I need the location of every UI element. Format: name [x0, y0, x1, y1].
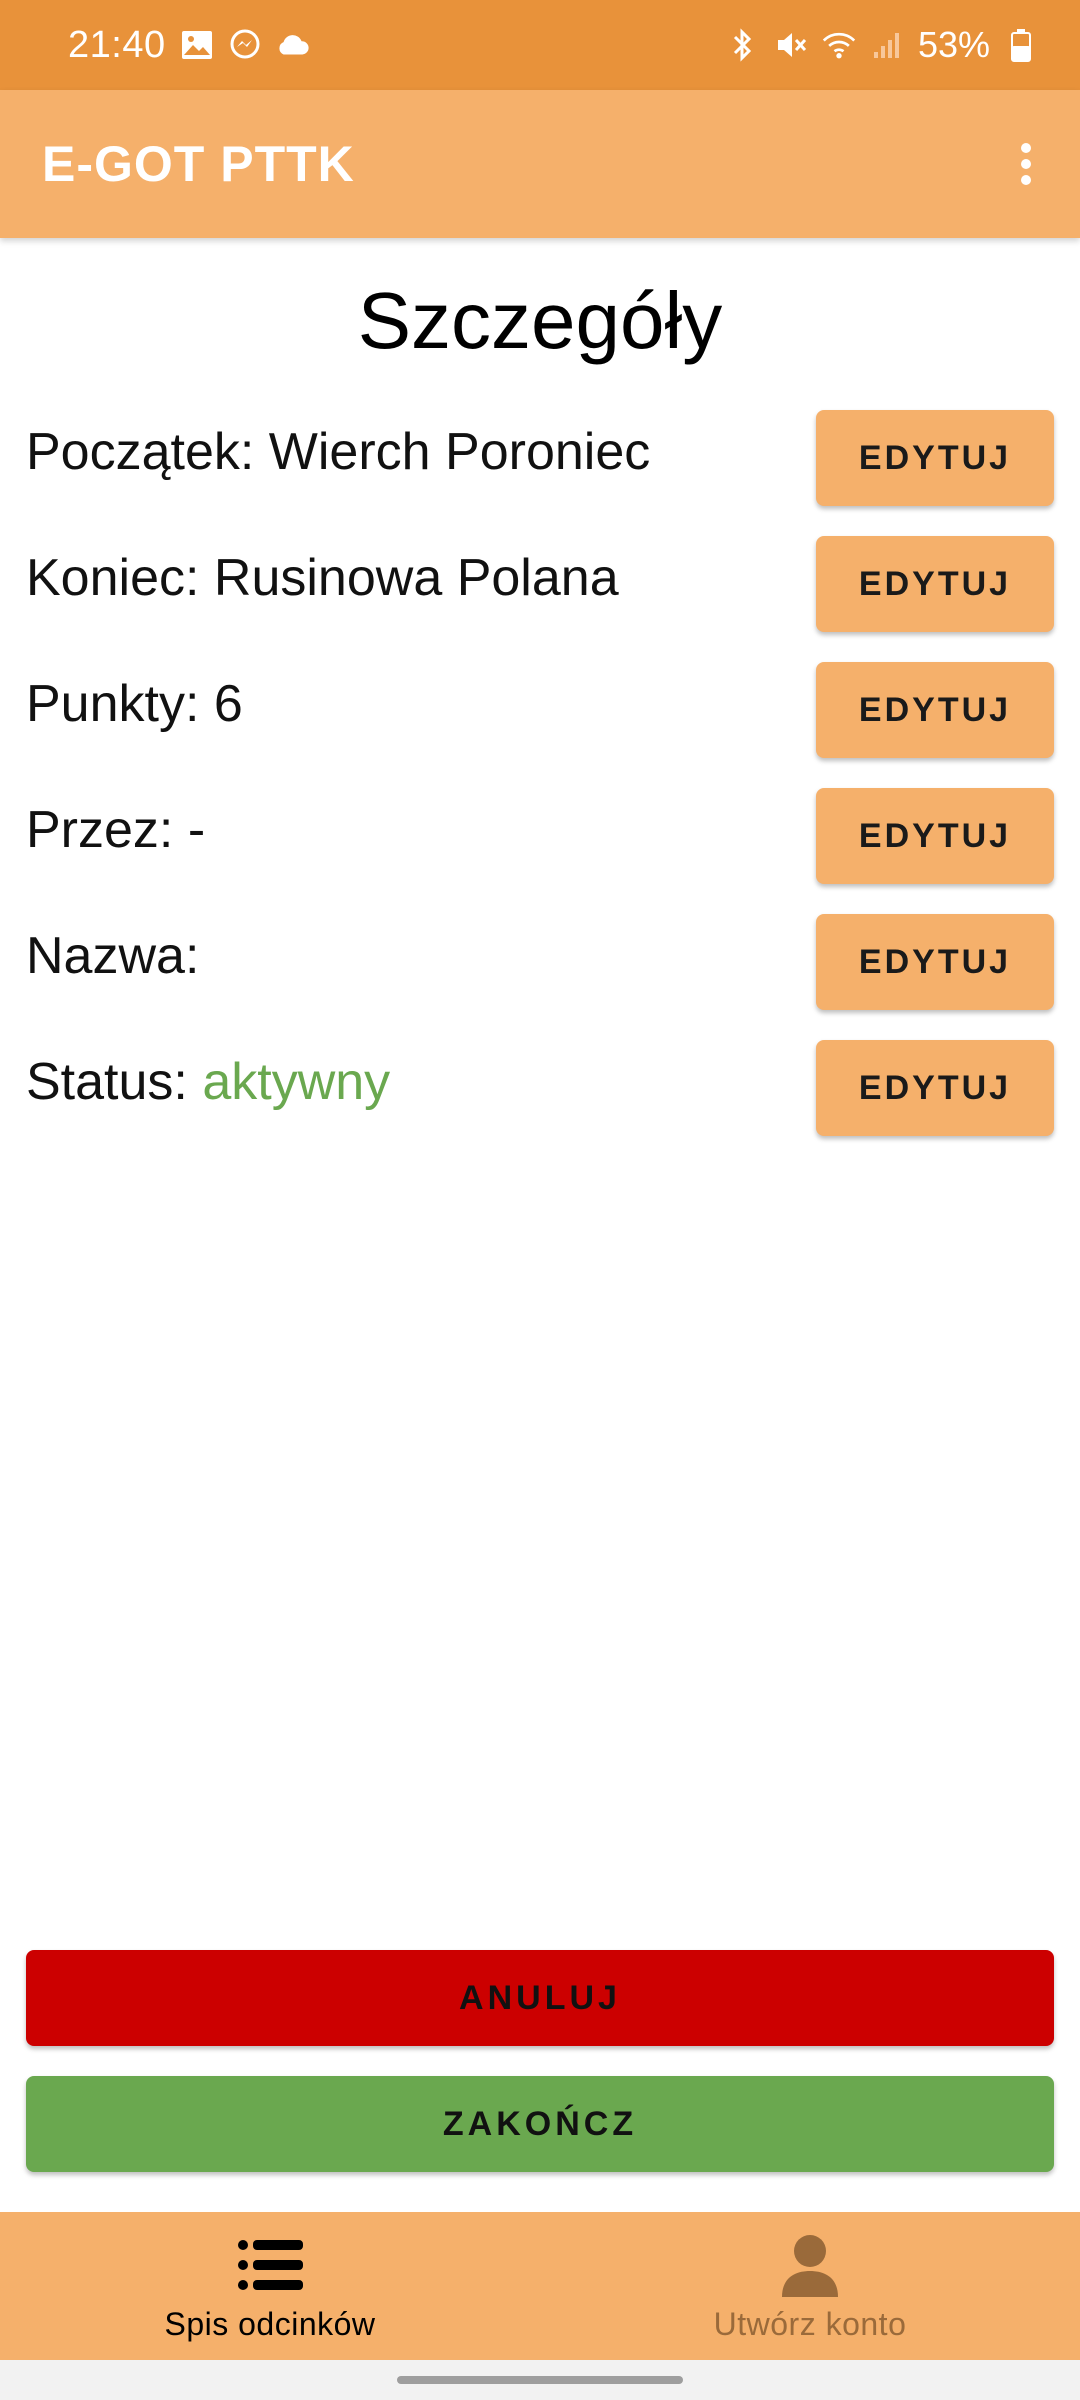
cloud-icon: [276, 28, 310, 62]
edit-via-button[interactable]: EDYTUJ: [816, 788, 1054, 884]
detail-value: 6: [213, 675, 243, 733]
detail-row-end: Koniec: Rusinowa Polana EDYTUJ: [26, 536, 1054, 632]
screen: 21:40 53% E-GOT PTTK Szczegóły Początek:…: [0, 0, 1080, 2400]
mute-icon: [774, 28, 808, 62]
detail-row-start: Początek: Wierch Poroniec EDYTUJ: [26, 410, 1054, 506]
image-icon: [180, 28, 214, 62]
edit-start-button[interactable]: EDYTUJ: [816, 410, 1054, 506]
battery-icon: [1004, 28, 1038, 62]
finish-button[interactable]: ZAKOŃCZ: [26, 2076, 1054, 2172]
person-icon: [775, 2230, 845, 2300]
detail-label: Koniec:: [26, 549, 200, 607]
nav-label: Utwórz konto: [713, 2305, 907, 2342]
nav-label: Spis odcinków: [164, 2305, 376, 2342]
cancel-button[interactable]: ANULUJ: [26, 1950, 1054, 2046]
home-gesture-handle[interactable]: [397, 2376, 683, 2384]
page-title: Szczegóły: [357, 276, 723, 365]
detail-text: Nazwa:: [26, 926, 199, 986]
wifi-icon: [822, 28, 856, 62]
status-left: 21:40: [68, 24, 310, 67]
nav-item-segments[interactable]: Spis odcinków: [0, 2212, 540, 2360]
more-vert-icon[interactable]: [996, 134, 1056, 194]
status-value: aktywny: [202, 1053, 391, 1111]
detail-text: Koniec: Rusinowa Polana: [26, 548, 619, 608]
detail-text: Status: aktywny: [26, 1052, 390, 1112]
detail-text: Punkty: 6: [26, 674, 243, 734]
battery-percent: 53%: [917, 24, 990, 65]
detail-text: Przez: -: [26, 800, 205, 860]
gesture-area: [0, 2360, 1080, 2400]
bottom-nav: Spis odcinków Utwórz konto: [0, 2212, 1080, 2360]
bluetooth-icon: [726, 28, 760, 62]
detail-value: Rusinowa Polana: [213, 549, 619, 607]
detail-label: Przez:: [26, 801, 174, 859]
edit-status-button[interactable]: EDYTUJ: [816, 1040, 1054, 1136]
nav-item-create-account[interactable]: Utwórz konto: [540, 2212, 1080, 2360]
status-time: 21:40: [68, 23, 166, 66]
detail-row-status: Status: aktywny EDYTUJ: [26, 1040, 1054, 1136]
app-bar: E-GOT PTTK: [0, 90, 1080, 238]
detail-value: -: [187, 801, 206, 859]
status-right: 53%: [726, 24, 1038, 66]
list-icon: [235, 2230, 305, 2300]
status-bar: 21:40 53%: [0, 0, 1080, 90]
detail-row-via: Przez: - EDYTUJ: [26, 788, 1054, 884]
signal-icon: [870, 28, 904, 62]
edit-end-button[interactable]: EDYTUJ: [816, 536, 1054, 632]
messenger-icon: [228, 28, 262, 62]
detail-row-points: Punkty: 6 EDYTUJ: [26, 662, 1054, 758]
edit-name-button[interactable]: EDYTUJ: [816, 914, 1054, 1010]
detail-row-name: Nazwa: EDYTUJ: [26, 914, 1054, 1010]
detail-value: Wierch Poroniec: [268, 423, 651, 481]
detail-label: Nazwa:: [26, 927, 200, 985]
detail-text: Początek: Wierch Poroniec: [26, 422, 650, 482]
detail-label: Status:: [26, 1053, 188, 1111]
detail-label: Początek:: [26, 423, 255, 481]
app-title: E-GOT PTTK: [42, 136, 355, 192]
edit-points-button[interactable]: EDYTUJ: [816, 662, 1054, 758]
detail-label: Punkty:: [26, 675, 200, 733]
